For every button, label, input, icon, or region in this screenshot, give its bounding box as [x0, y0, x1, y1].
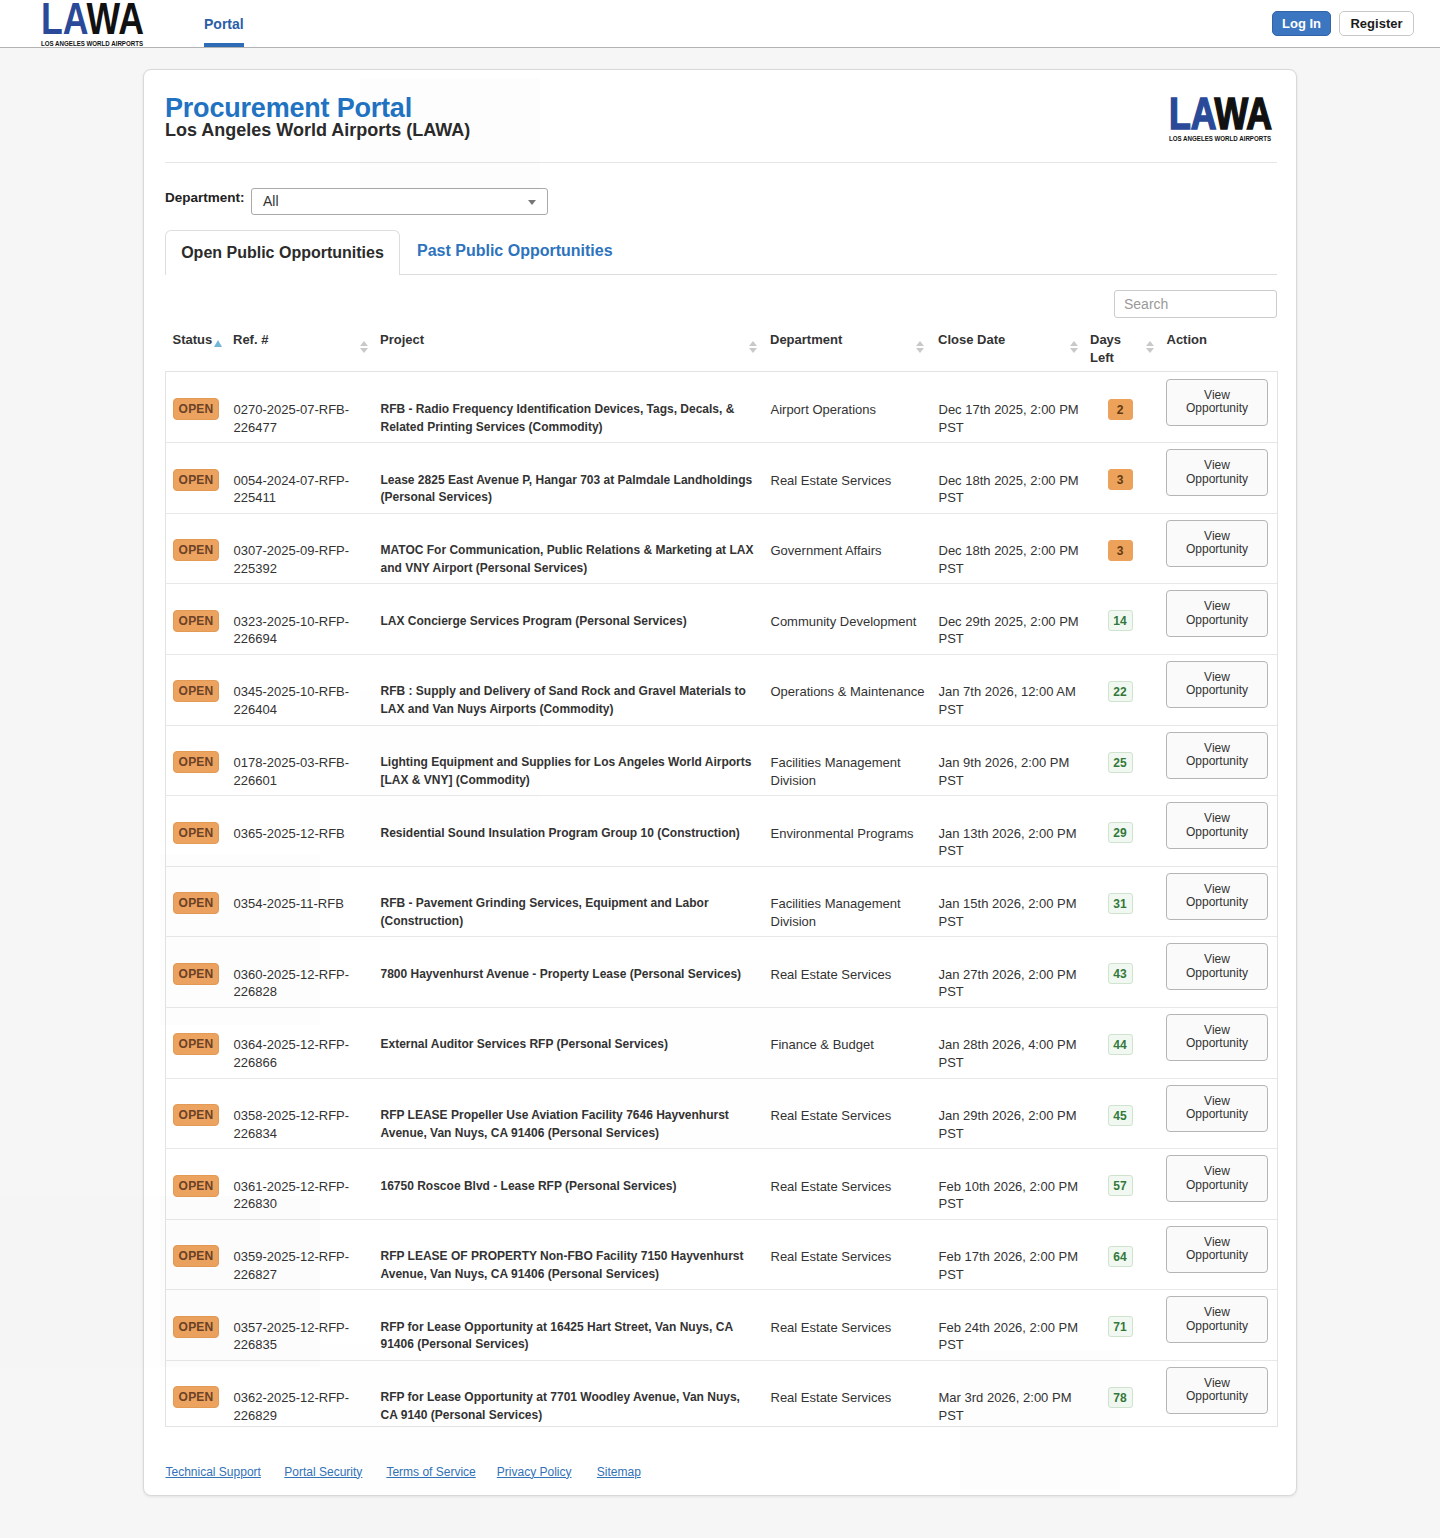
svg-text:LOS ANGELES WORLD AIRPORTS: LOS ANGELES WORLD AIRPORTS — [1169, 134, 1272, 143]
svg-text:LOS ANGELES WORLD AIRPORTS: LOS ANGELES WORLD AIRPORTS — [41, 39, 144, 48]
